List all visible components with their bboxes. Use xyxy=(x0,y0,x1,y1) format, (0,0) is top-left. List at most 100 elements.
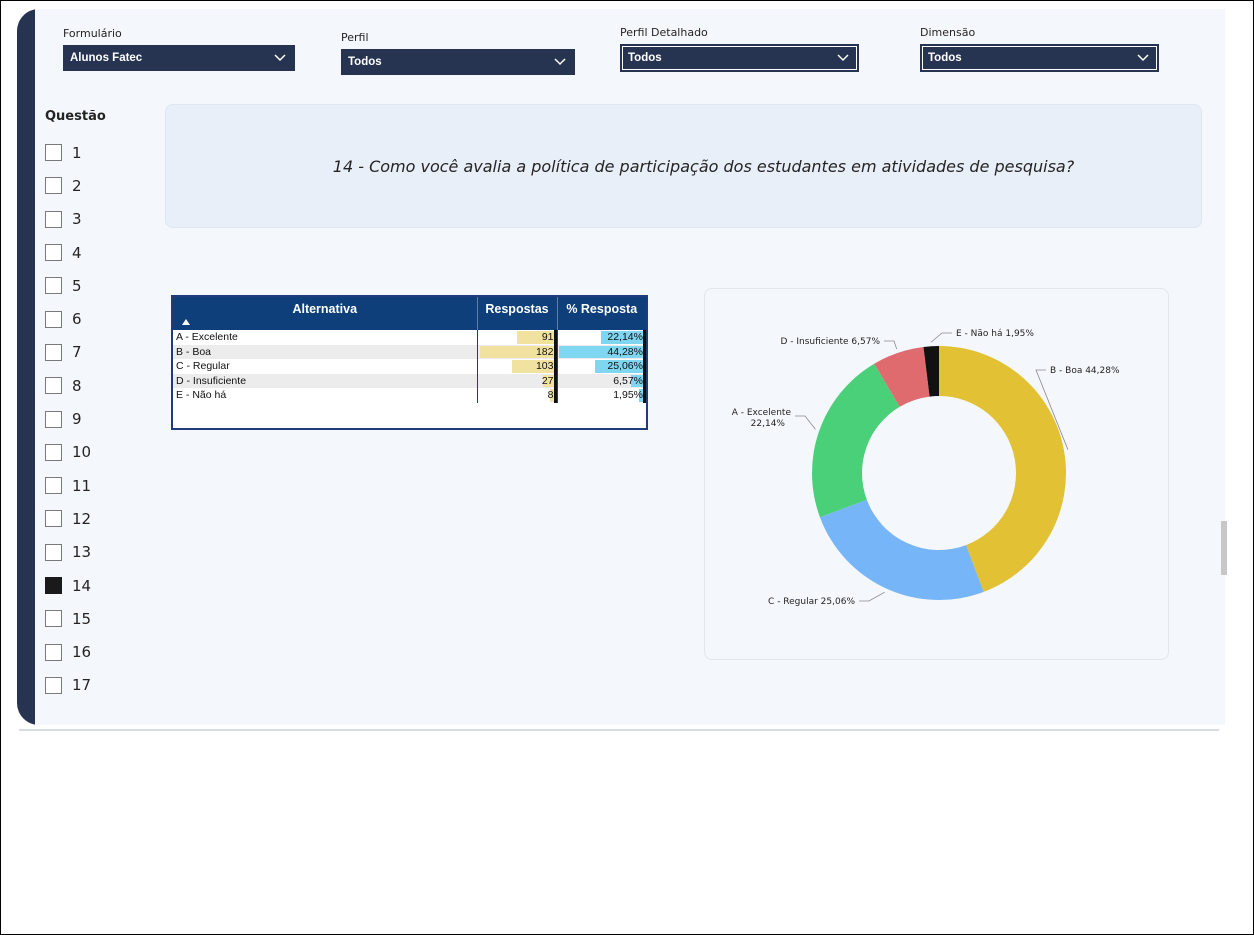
chevron-down-icon xyxy=(1137,54,1149,62)
donut-slice[interactable] xyxy=(812,363,900,518)
filter-label: Dimensão xyxy=(920,26,976,39)
table-row[interactable]: B - Boa 182 44,28% xyxy=(173,344,646,359)
bar-tick xyxy=(643,373,646,388)
checkbox[interactable] xyxy=(45,543,62,561)
checkbox[interactable] xyxy=(45,177,62,195)
donut-chart-card: B - Boa 44,28% C - Regular 25,06% A - Exce… xyxy=(704,288,1169,660)
checkbox[interactable] xyxy=(45,443,62,461)
table-row[interactable]: A - Excelente 91 22,14% xyxy=(173,330,646,345)
filter-label: Formulário xyxy=(63,27,122,40)
cell-value: 103 xyxy=(535,360,554,373)
questao-item-label: 2 xyxy=(72,176,82,195)
cell-resp: 8 xyxy=(476,388,557,403)
questao-item-8[interactable]: 8 xyxy=(45,369,106,402)
cell-pct: 1,95% xyxy=(556,388,646,403)
questao-item-16[interactable]: 16 xyxy=(45,635,106,668)
dimensao-dropdown[interactable]: Todos xyxy=(920,44,1159,72)
questao-item-label: 3 xyxy=(72,210,82,229)
checkbox[interactable] xyxy=(45,210,62,228)
checkbox[interactable] xyxy=(45,277,62,295)
questao-slicer: Questão 1 2 3 4 5 6 7 8 9 10 11 12 13 14 15 16 17 xyxy=(45,109,106,702)
questao-item-6[interactable]: 6 xyxy=(45,302,106,335)
questao-item-label: 16 xyxy=(72,643,92,662)
bar-tick xyxy=(643,330,646,345)
cell-resp: 182 xyxy=(476,344,557,359)
questao-item-label: 9 xyxy=(72,410,82,429)
donut-slice[interactable] xyxy=(819,499,984,600)
filter-label: Perfil Detalhado xyxy=(620,26,708,39)
column-header-alternativa[interactable]: Alternativa xyxy=(173,297,477,330)
cell-alternativa: E - Não há xyxy=(176,389,227,402)
checkbox[interactable] xyxy=(45,410,62,428)
questao-item-3[interactable]: 3 xyxy=(45,203,106,236)
questao-item-11[interactable]: 11 xyxy=(45,469,106,502)
label-leader-line xyxy=(884,340,898,350)
donut-chart: B - Boa 44,28% C - Regular 25,06% A - Exce… xyxy=(732,329,1120,607)
questao-item-4[interactable]: 4 xyxy=(45,236,106,269)
table-row[interactable]: C - Regular 103 25,06% xyxy=(173,359,646,374)
sort-ascending-icon[interactable] xyxy=(181,318,191,326)
checkbox[interactable] xyxy=(45,343,62,361)
questao-item-1[interactable]: 1 xyxy=(45,136,106,169)
bar-tick xyxy=(643,344,646,359)
label-leader-line xyxy=(795,415,816,430)
filter-perfil-detalhado: Perfil Detalhado Todos xyxy=(620,26,859,72)
questao-item-10[interactable]: 10 xyxy=(45,436,106,469)
cell-alternativa: B - Boa xyxy=(173,344,477,359)
cell-alternativa: D - Insuficiente xyxy=(173,373,477,388)
checkbox[interactable] xyxy=(45,477,62,495)
checkbox[interactable] xyxy=(45,310,62,328)
checkbox[interactable] xyxy=(45,610,62,628)
questao-item-label: 11 xyxy=(72,476,92,495)
data-label: E - Não há 1,95% xyxy=(956,329,1034,339)
column-header-respostas[interactable]: Respostas xyxy=(476,297,557,330)
perfil-detalhado-dropdown[interactable]: Todos xyxy=(620,44,859,72)
questao-item-label: 7 xyxy=(72,343,82,362)
column-header-label: Alternativa xyxy=(292,302,358,316)
questao-item-2[interactable]: 2 xyxy=(45,169,106,202)
filter-formulario: Formulário Alunos Fatec xyxy=(63,27,295,71)
table-row[interactable]: E - Não há 8 1,95% xyxy=(173,388,646,403)
bar-tick xyxy=(643,359,646,374)
cell-pct: 25,06% xyxy=(556,359,646,374)
checkbox[interactable] xyxy=(45,643,62,661)
cell-value: 25,06% xyxy=(607,360,643,373)
questao-item-label: 12 xyxy=(72,509,92,528)
filter-label: Perfil xyxy=(341,31,369,44)
filter-perfil: Perfil Todos xyxy=(341,31,575,75)
chevron-down-icon xyxy=(274,54,286,62)
questao-item-label: 17 xyxy=(72,676,92,695)
column-header-percent[interactable]: % Resposta xyxy=(556,297,646,330)
cell-alternativa: C - Regular xyxy=(176,360,230,373)
questao-list: 1 2 3 4 5 6 7 8 9 10 11 12 13 14 15 16 17 xyxy=(45,136,106,702)
questao-item-12[interactable]: 12 xyxy=(45,502,106,535)
questao-item-14[interactable]: 14 xyxy=(45,569,106,602)
questao-item-17[interactable]: 17 xyxy=(45,669,106,702)
questao-item-label: 6 xyxy=(72,310,82,329)
questao-item-9[interactable]: 9 xyxy=(45,402,106,435)
cell-value: 182 xyxy=(535,345,554,358)
checkbox[interactable] xyxy=(45,244,62,262)
checkbox[interactable] xyxy=(45,144,62,162)
cell-pct: 6,57% xyxy=(556,373,646,388)
questao-item-5[interactable]: 5 xyxy=(45,269,106,302)
table-row[interactable]: D - Insuficiente 27 6,57% xyxy=(173,373,646,388)
questao-item-15[interactable]: 15 xyxy=(45,602,106,635)
page: Formulário Alunos Fatec Perfil Todos Per… xyxy=(0,0,1254,935)
chevron-down-icon xyxy=(837,54,849,62)
checkbox[interactable] xyxy=(45,577,62,594)
checkbox[interactable] xyxy=(45,676,62,694)
questao-item-13[interactable]: 13 xyxy=(45,536,106,569)
checkbox[interactable] xyxy=(45,377,62,395)
cell-value: 6,57% xyxy=(613,374,643,387)
questao-item-label: 4 xyxy=(72,243,82,262)
cell-resp: 27 xyxy=(476,373,557,388)
data-label: A - Excelente 22,14% xyxy=(732,408,792,429)
checkbox[interactable] xyxy=(45,510,62,528)
questao-item-label: 8 xyxy=(72,376,82,395)
questao-item-7[interactable]: 7 xyxy=(45,336,106,369)
vertical-scrollbar[interactable] xyxy=(1221,521,1227,575)
perfil-dropdown[interactable]: Todos xyxy=(341,49,575,75)
bar-tick xyxy=(643,388,646,403)
formulario-dropdown[interactable]: Alunos Fatec xyxy=(63,45,295,71)
